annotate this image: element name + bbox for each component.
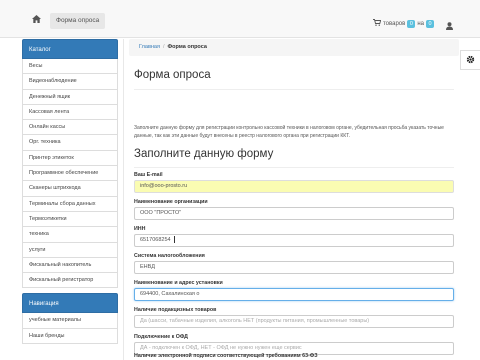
organization-field[interactable]: ООО "ПРОСТО" [134,207,454,220]
sidebar-item-cash-drawer[interactable]: Денежный ящик [22,89,118,105]
tax-system-field[interactable]: ЕНВД [134,261,454,274]
top-navbar: Форма опроса товаров 0 на 0 [0,0,480,38]
title-divider [134,89,454,90]
form-title: Заполните данную форму [134,148,274,160]
cart-icon [373,19,382,28]
cart-on-label: на [417,20,424,27]
inn-value: 6517068254 [140,237,171,243]
cart-label: товаров [383,20,406,27]
sidebar-item-online-registers[interactable]: Онлайн кассы [22,120,118,136]
page-title: Форма опроса [134,69,211,81]
excise-goods-label: Наличие подакцизных товаров [134,307,217,313]
navigation-header: Навигация [22,293,118,314]
sidebar-item-software[interactable]: Программное обеспечение [22,166,118,182]
sidebar: Каталог Весы Видеонаблюдение Денежный ящ… [22,39,118,345]
gear-icon [466,51,475,69]
excise-goods-field[interactable]: Да (шасси, табачные изделия, алкоголь НЕ… [134,315,454,328]
sidebar-item-video[interactable]: Видеонаблюдение [22,74,118,90]
main-content: Главная / Форма опроса Форма опроса Заполн… [123,39,460,360]
inn-field[interactable]: 6517068254 [134,234,454,247]
organization-label: Наименование организации [134,199,208,205]
sidebar-item-barcode-scanners[interactable]: Сканеры штрихкода [22,181,118,197]
sidebar-item-label-printer[interactable]: Принтер этикеток [22,150,118,167]
home-icon [31,10,41,28]
form-divider [134,167,454,168]
text-cursor [173,236,175,244]
sidebar-item-office-equipment[interactable]: Орг. техника [22,135,118,151]
e-signature-label: Наличие электронной подписи соответствую… [134,353,318,359]
home-button[interactable] [25,8,47,30]
address-field[interactable]: 694400, Сахалинская о [134,288,454,301]
cart-count-badge: 0 [407,19,416,28]
settings-gear-button[interactable] [460,50,480,70]
intro-text: Заполните данную форму для регистрации к… [134,125,444,139]
nav-link-survey[interactable]: Форма опроса [50,13,106,29]
address-label: Наименование и адрес установки [134,280,223,286]
breadcrumb-current: Форма опроса [167,44,207,50]
sidebar-item-fiscal-storage[interactable]: Фискальный накопитель [22,257,118,274]
cart-summary[interactable]: товаров 0 на 0 [373,19,434,28]
tax-system-label: Система налогообложения [134,253,205,259]
sidebar-item-training[interactable]: учебные материалы [22,313,118,329]
cart-sum-badge: 0 [426,19,434,28]
sidebar-item-brands[interactable]: Наши бренды [22,328,118,345]
inn-label: ИНН [134,226,146,232]
catalog-header: Каталог [22,39,118,59]
sidebar-item-thermal-labels[interactable]: Термоэтикетки [22,211,118,228]
user-icon[interactable] [446,17,453,35]
sidebar-item-fiscal-registrar[interactable]: Фискальный регистратор [22,273,118,289]
sidebar-item-services[interactable]: услуги [22,242,118,258]
sidebar-item-data-terminals[interactable]: Терминалы сбора данных [22,196,118,212]
breadcrumb: Главная / Форма опроса [129,39,459,56]
sidebar-item-receipt-tape[interactable]: Кассовая лента [22,104,118,121]
browser-page: Форма опроса товаров 0 на 0 Каталог Весы… [0,0,480,360]
sidebar-item-equipment[interactable]: техника [22,227,118,243]
email-field[interactable]: info@ooo-prosto.ru [134,180,454,193]
sidebar-item-scales[interactable]: Весы [22,59,118,75]
email-label: Ваш E-mail [134,172,163,178]
ofd-label: Подключение к ОФД [134,334,188,340]
breadcrumb-home-link[interactable]: Главная [139,44,160,50]
